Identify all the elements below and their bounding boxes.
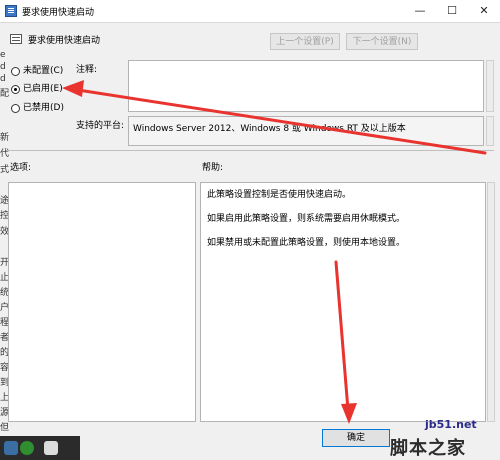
close-button[interactable]: ✕: [468, 0, 500, 22]
help-scrollbar[interactable]: [487, 182, 495, 422]
radio-circle: [11, 66, 20, 76]
help-text-line: 如果启用此策略设置，则系统需要启用休眠模式。: [207, 214, 406, 224]
help-text-line: 如果禁用或未配置此策略设置，则使用本地设置。: [207, 238, 406, 248]
partial-char: 控: [0, 211, 10, 221]
options-pane[interactable]: [8, 182, 196, 422]
partial-char: 新: [0, 133, 10, 143]
partial-char: 配: [0, 89, 10, 99]
options-section-label: 选项:: [10, 163, 32, 173]
previous-setting-button[interactable]: 上一个设置(P): [270, 33, 340, 50]
minimize-button[interactable]: —: [404, 0, 436, 22]
partial-char: d: [0, 74, 6, 84]
section-divider: [6, 150, 494, 151]
partial-char: 者: [0, 333, 10, 343]
partial-char: 容: [0, 363, 10, 373]
close-icon: ✕: [479, 4, 489, 17]
comment-scrollbar[interactable]: [486, 60, 494, 112]
partial-char: 效: [0, 227, 10, 237]
partial-char: d: [0, 62, 6, 72]
partial-char: 上: [0, 393, 10, 403]
maximize-icon: ☐: [447, 4, 457, 17]
platform-label: 支持的平台:: [76, 121, 125, 131]
next-setting-button[interactable]: 下一个设置(N): [346, 33, 418, 50]
partial-char: 代: [0, 149, 10, 159]
policy-app-icon: [5, 5, 17, 17]
partial-char: 户: [0, 303, 10, 313]
radio-not-configured[interactable]: 未配置(C): [11, 64, 63, 78]
window-title: 要求使用快速启动: [22, 8, 95, 18]
help-text-line: 此策略设置控制是否使用快速启动。: [207, 190, 352, 200]
title-bar: 要求使用快速启动 — ☐ ✕: [0, 0, 500, 23]
arrow-to-enabled-head: [62, 80, 84, 97]
platform-field: Windows Server 2012、Windows 8 或 Windows …: [128, 116, 484, 146]
help-pane[interactable]: 此策略设置控制是否使用快速启动。 如果启用此策略设置，则系统需要启用休眠模式。 …: [200, 182, 486, 422]
radio-label: 已启用(E): [23, 84, 63, 94]
radio-label: 未配置(C): [23, 66, 64, 76]
partial-char: 途: [0, 196, 10, 206]
partial-char: 式: [0, 165, 10, 175]
partial-char: 到: [0, 378, 10, 388]
taskbar-document-icon[interactable]: [44, 441, 58, 455]
comment-textarea[interactable]: [128, 60, 484, 112]
partial-char: 源: [0, 408, 10, 418]
ok-button[interactable]: 确定: [322, 429, 390, 447]
radio-disabled[interactable]: 已禁用(D): [11, 101, 64, 115]
taskbar-browser-icon[interactable]: [20, 441, 34, 455]
partial-char: 统: [0, 288, 10, 298]
radio-label: 已禁用(D): [23, 103, 64, 113]
setting-name: 要求使用快速启动: [28, 36, 101, 46]
partial-char: e: [0, 50, 6, 60]
watermark-site-text: jb51.net: [425, 418, 477, 431]
platform-value: Windows Server 2012、Windows 8 或 Windows …: [133, 124, 406, 134]
partial-char: 开: [0, 258, 10, 268]
partial-char: 的: [0, 348, 10, 358]
radio-enabled[interactable]: 已启用(E): [11, 82, 63, 96]
comment-label: 注释:: [76, 65, 98, 75]
partial-char: 程: [0, 318, 10, 328]
watermark-brand-text: 脚本之家: [390, 438, 466, 459]
minimize-icon: —: [414, 4, 426, 17]
help-section-label: 帮助:: [202, 163, 224, 173]
taskbar: [0, 436, 80, 460]
platform-scrollbar[interactable]: [486, 116, 494, 146]
taskbar-app-icon[interactable]: [4, 441, 18, 455]
radio-circle-checked: [11, 84, 20, 94]
partial-char: 但: [0, 423, 10, 433]
radio-circle: [11, 103, 20, 113]
setting-icon: [10, 34, 22, 44]
partial-char: 止: [0, 273, 10, 283]
maximize-button[interactable]: ☐: [436, 0, 468, 22]
